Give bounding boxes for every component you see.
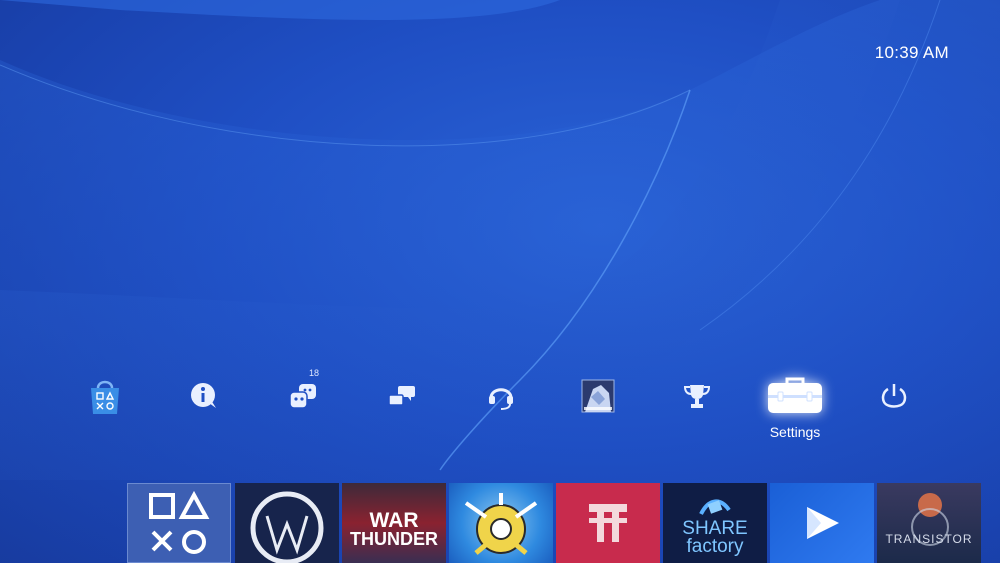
war-thunder-title-line1: WAR bbox=[369, 509, 419, 533]
messages-item[interactable] bbox=[372, 366, 432, 426]
power-icon bbox=[881, 384, 907, 408]
play-icon bbox=[807, 507, 839, 539]
transistor-tile[interactable]: TRANSISTOR bbox=[877, 483, 981, 563]
share-factory-tile[interactable]: SHARE factory bbox=[663, 483, 767, 563]
ps4-home-screen: 10:39 AM 18 Settings WAR THUNDER SHARE f… bbox=[0, 0, 1000, 563]
profile-item[interactable] bbox=[568, 366, 628, 426]
background-waves bbox=[0, 0, 1000, 563]
clock: 10:39 AM bbox=[874, 43, 949, 62]
settings-item[interactable]: Settings bbox=[765, 366, 825, 440]
whats-new-item[interactable] bbox=[174, 366, 234, 426]
watch-dogs-logo-icon bbox=[250, 491, 324, 563]
profile-avatar-icon bbox=[581, 379, 615, 413]
transistor-character-icon bbox=[911, 493, 949, 546]
info-bubble-icon bbox=[191, 383, 216, 408]
power-item[interactable] bbox=[864, 366, 924, 426]
cartoon-character-icon bbox=[464, 493, 538, 555]
friends-item[interactable]: 18 bbox=[273, 366, 333, 426]
playstation-symbols-icon bbox=[149, 490, 210, 554]
headset-icon bbox=[489, 388, 513, 410]
settings-label: Settings bbox=[769, 424, 821, 440]
function-bar: 18 Settings bbox=[0, 366, 1000, 456]
messages-icon bbox=[388, 386, 415, 406]
share-factory-title-line2: factory bbox=[686, 536, 744, 557]
wolfenstein-tile[interactable] bbox=[556, 483, 660, 563]
wolfenstein-logo-icon bbox=[589, 504, 627, 542]
friends-icon bbox=[289, 384, 316, 409]
party-item[interactable] bbox=[471, 366, 531, 426]
playstation-video-tile[interactable] bbox=[770, 483, 874, 563]
war-thunder-title-line2: THUNDER bbox=[350, 529, 438, 550]
library-tile[interactable] bbox=[127, 483, 231, 563]
content-row: WAR THUNDER SHARE factory TRANSISTOR bbox=[127, 483, 1000, 563]
watch-dogs-tile[interactable] bbox=[235, 483, 339, 563]
trophy-icon bbox=[683, 385, 711, 408]
game-4-tile[interactable] bbox=[449, 483, 553, 563]
playstation-store-item[interactable] bbox=[75, 366, 135, 426]
trophies-item[interactable] bbox=[667, 366, 727, 426]
share-factory-logo-icon bbox=[699, 499, 731, 515]
shopping-bag-icon bbox=[91, 380, 119, 414]
war-thunder-tile[interactable]: WAR THUNDER bbox=[342, 483, 446, 563]
friends-count-badge: 18 bbox=[309, 368, 320, 378]
toolbox-icon bbox=[768, 377, 822, 413]
